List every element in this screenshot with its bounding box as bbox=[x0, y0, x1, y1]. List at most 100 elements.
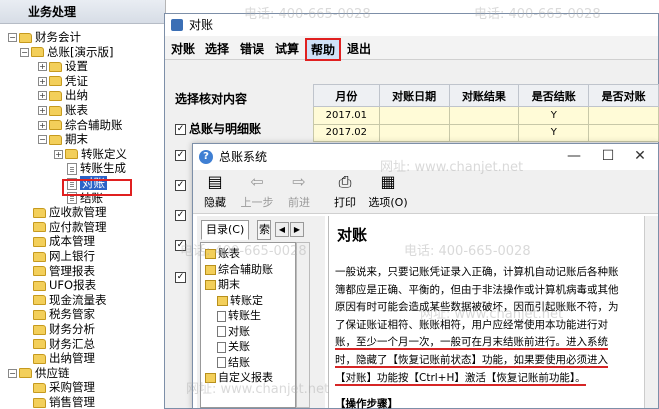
minimize-button[interactable]: — bbox=[562, 146, 586, 166]
toc-item[interactable]: 转账定 bbox=[217, 294, 263, 308]
toc-item[interactable]: 期末 bbox=[205, 278, 240, 292]
back-button[interactable]: ⇦ 上一步 bbox=[237, 173, 277, 210]
forward-arrow-icon: ⇨ bbox=[292, 172, 306, 191]
tree-item[interactable]: 销售管理 bbox=[20, 395, 95, 409]
toc-item[interactable]: 综合辅助账 bbox=[205, 263, 273, 277]
cell-result bbox=[448, 123, 520, 142]
folder-icon bbox=[33, 251, 46, 262]
tab-contents[interactable]: 目录(C) bbox=[201, 220, 250, 240]
toc-item[interactable]: 账表 bbox=[205, 247, 240, 261]
tree-item[interactable]: 财务分析 bbox=[20, 322, 95, 337]
expand-icon[interactable]: + bbox=[38, 76, 47, 86]
hide-button[interactable]: ▤ 隐藏 bbox=[195, 173, 235, 210]
checkbox-option-3[interactable]: ✓ bbox=[175, 178, 189, 192]
toc-item-label: 账表 bbox=[218, 247, 240, 260]
tree-item[interactable]: 转账生成 bbox=[54, 161, 126, 176]
expand-icon[interactable]: + bbox=[38, 62, 47, 72]
content-body: 一般说来，只要记账凭证录入正确，计算机自动记账后各种账 簿都应是正确、平衡的，但… bbox=[335, 264, 637, 387]
tree-item-label: 税务管家 bbox=[49, 307, 95, 322]
tree-item[interactable]: − 期末 bbox=[38, 132, 88, 147]
checkbox-option-2[interactable]: ✓ bbox=[175, 148, 189, 162]
maximize-button[interactable]: ☐ bbox=[596, 146, 620, 166]
checkbox-option-6[interactable]: ✓ bbox=[175, 270, 189, 284]
collapse-icon[interactable]: − bbox=[8, 33, 17, 42]
toc-item[interactable]: 关账 bbox=[217, 340, 250, 354]
toc-item[interactable]: 自定义报表 bbox=[205, 371, 273, 385]
toc-item[interactable]: 对账 bbox=[217, 325, 250, 339]
expand-icon[interactable]: + bbox=[54, 149, 63, 159]
menu-reconcile[interactable]: 对账 bbox=[171, 40, 195, 57]
tree-item-label: 出纳 bbox=[65, 88, 88, 103]
table-row[interactable]: 2017.01 Y bbox=[313, 106, 659, 125]
tree-item[interactable]: + 设置 bbox=[38, 59, 88, 74]
tree-item[interactable]: 应付款管理 bbox=[20, 220, 107, 235]
col-is-reconciled: 是否对账 bbox=[588, 84, 659, 107]
checkbox-ledger-detail[interactable]: ✓ 总账与明细账 bbox=[175, 120, 261, 137]
tab-scroll-right-icon[interactable]: ▶ bbox=[290, 222, 304, 237]
back-label: 上一步 bbox=[240, 196, 274, 209]
tree-item[interactable]: 财务汇总 bbox=[20, 337, 95, 352]
tree-item-label: 综合辅助账 bbox=[65, 117, 123, 132]
cell-closed: Y bbox=[518, 123, 590, 142]
expand-icon[interactable]: + bbox=[38, 120, 47, 130]
collapse-icon[interactable]: − bbox=[38, 135, 47, 145]
toc-item-label: 自定义报表 bbox=[218, 371, 273, 384]
collapse-icon[interactable]: − bbox=[20, 47, 29, 57]
options-icon: ▦ bbox=[380, 172, 396, 191]
help-content-pane: 对账 一般说来，只要记账凭证录入正确，计算机自动记账后各种账 簿都应是正确、平衡… bbox=[328, 216, 658, 409]
hide-icon: ▤ bbox=[207, 172, 223, 191]
tree-item[interactable]: − 财务会计 bbox=[8, 30, 81, 45]
tree-item[interactable]: + 转账定义 bbox=[54, 147, 127, 162]
tree-item[interactable]: 现金流量表 bbox=[20, 293, 107, 308]
col-reconcile-result: 对账结果 bbox=[448, 84, 520, 107]
checkbox-option-5[interactable]: ✓ bbox=[175, 238, 189, 252]
tree-item[interactable]: 网上银行 bbox=[20, 249, 95, 264]
menu-trial-balance[interactable]: 试算 bbox=[275, 40, 299, 57]
tree-item[interactable]: − 供应链 bbox=[8, 366, 70, 381]
tab-scroll-left-icon[interactable]: ◀ bbox=[275, 222, 289, 237]
collapse-icon[interactable]: − bbox=[8, 368, 17, 378]
help-window-titlebar: ? 总账系统 — ☐ ✕ bbox=[193, 144, 658, 170]
tree-item[interactable]: 成本管理 bbox=[20, 234, 95, 249]
toc-item[interactable]: 转账生 bbox=[217, 309, 261, 323]
options-button[interactable]: ▦ 选项(O) bbox=[365, 173, 411, 210]
expand-icon[interactable]: + bbox=[38, 106, 47, 115]
tree-panel-title: 业务处理 bbox=[0, 0, 165, 24]
tree-item[interactable]: + 出纳 bbox=[38, 88, 88, 103]
table-row[interactable]: 2017.02 Y bbox=[313, 123, 659, 142]
menu-help[interactable]: 帮助 bbox=[305, 38, 342, 61]
toc-item[interactable]: 结账 bbox=[217, 356, 250, 370]
tree-item[interactable]: + 账表 bbox=[38, 103, 88, 118]
expand-icon[interactable]: + bbox=[38, 91, 47, 101]
menu-errors[interactable]: 错误 bbox=[240, 40, 264, 57]
tree-item[interactable]: 管理报表 bbox=[20, 264, 95, 279]
tree-item[interactable]: 出纳管理 bbox=[20, 351, 95, 366]
tree-item[interactable]: + 综合辅助账 bbox=[38, 118, 123, 133]
menu-select[interactable]: 选择 bbox=[205, 40, 229, 57]
content-scrollbar[interactable] bbox=[644, 216, 658, 408]
tree-item-label: 财务会计 bbox=[35, 30, 81, 44]
folder-icon bbox=[33, 353, 46, 364]
cell-reconciled bbox=[588, 106, 659, 125]
print-button[interactable]: ⎙ 打印 bbox=[325, 173, 365, 210]
tab-index[interactable]: 索 bbox=[257, 220, 271, 240]
folder-icon bbox=[65, 149, 78, 160]
folder-icon bbox=[49, 76, 62, 87]
toc-scrollbar[interactable] bbox=[296, 242, 310, 408]
tree-item[interactable]: UFO报表 bbox=[20, 278, 96, 293]
tree-item[interactable]: 税务管家 bbox=[20, 307, 95, 322]
tree-item[interactable]: + 凭证 bbox=[38, 74, 88, 89]
page-icon bbox=[217, 341, 226, 353]
forward-button[interactable]: ⇨ 前进 bbox=[279, 173, 319, 210]
tree-item[interactable]: 应收款管理 bbox=[20, 205, 107, 220]
close-button[interactable]: ✕ bbox=[628, 146, 652, 166]
tree-item[interactable]: 采购管理 bbox=[20, 380, 95, 395]
menu-exit[interactable]: 退出 bbox=[347, 40, 371, 57]
folder-icon bbox=[49, 134, 62, 145]
folder-icon bbox=[49, 61, 62, 72]
cell-month: 2017.01 bbox=[313, 106, 380, 125]
content-line: 簿都应是正确、平衡的，但由于非法操作或计算机病毒或其他 bbox=[335, 283, 619, 296]
checkbox-option-4[interactable]: ✓ bbox=[175, 208, 189, 222]
tree-item[interactable]: − 总账[演示版] bbox=[20, 45, 113, 60]
tree-item-label: 成本管理 bbox=[49, 234, 95, 249]
